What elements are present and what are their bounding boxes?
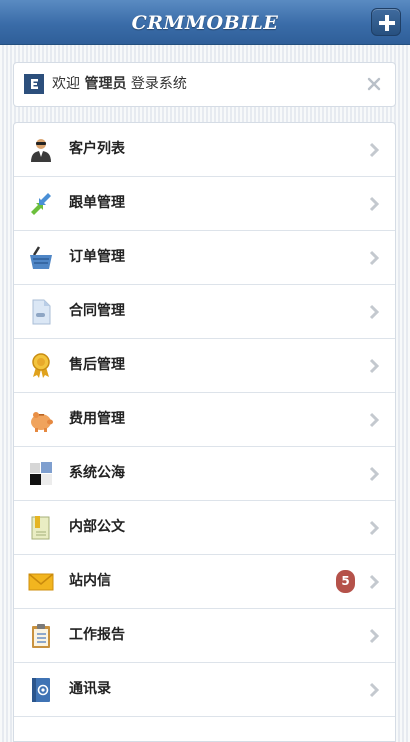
follow-up-arrows-icon [31, 193, 51, 215]
menu-item-label: 费用管理 [69, 411, 125, 427]
menu-item-address-book[interactable]: 通讯录 [14, 663, 395, 717]
top-bar: CRMMOBILE [0, 0, 410, 45]
welcome-prefix: 欢迎 [52, 76, 80, 92]
menu-item-messages[interactable]: 站内信 5 [14, 555, 395, 609]
shopping-basket-icon [30, 246, 52, 269]
menu-item-work-reports[interactable]: 工作报告 [14, 609, 395, 663]
menu-item-label: 订单管理 [69, 249, 125, 265]
chevron-right-icon [369, 520, 379, 536]
welcome-suffix: 登录系统 [130, 76, 187, 92]
welcome-user: 管理员 [84, 76, 127, 92]
menu-item-label: 跟单管理 [69, 195, 125, 211]
chevron-right-icon [369, 250, 379, 266]
close-icon[interactable] [367, 77, 381, 91]
app-logo-icon [24, 74, 44, 94]
menu-item-customers[interactable]: 客户列表 [14, 123, 395, 177]
welcome-text: 欢迎 管理员 登录系统 [52, 63, 187, 106]
menu-item-orders[interactable]: 订单管理 [14, 231, 395, 285]
address-book-icon [32, 678, 50, 702]
envelope-icon [28, 573, 54, 591]
unread-count-badge: 5 [336, 570, 355, 593]
chevron-right-icon [369, 466, 379, 482]
chevron-right-icon [369, 196, 379, 212]
award-ribbon-icon [32, 353, 50, 378]
notebook-icon [31, 516, 50, 540]
app-title: CRMMOBILE [131, 12, 279, 34]
menu-item-expenses[interactable]: 费用管理 [14, 393, 395, 447]
grid-squares-icon [30, 462, 52, 485]
menu-item-label: 站内信 [69, 573, 111, 589]
menu-item-label: 售后管理 [69, 357, 125, 373]
menu-item-label: 客户列表 [69, 141, 125, 157]
menu-item-internal-docs[interactable]: 内部公文 [14, 501, 395, 555]
menu-item-label: 系统公海 [69, 465, 125, 481]
menu-item-label: 内部公文 [69, 519, 125, 535]
chevron-right-icon [369, 412, 379, 428]
clipboard-icon [32, 624, 50, 648]
chevron-right-icon [369, 304, 379, 320]
add-button[interactable] [371, 8, 401, 36]
menu-item-label: 合同管理 [69, 303, 125, 319]
chevron-right-icon [369, 682, 379, 698]
chevron-right-icon [369, 142, 379, 158]
menu-item-label: 通讯录 [69, 681, 111, 697]
menu-item-follow-up[interactable]: 跟单管理 [14, 177, 395, 231]
welcome-banner: 欢迎 管理员 登录系统 [13, 62, 396, 107]
piggy-bank-icon [31, 412, 53, 432]
chevron-right-icon [369, 574, 379, 590]
customer-person-icon [31, 139, 51, 162]
document-icon [32, 299, 51, 325]
menu-item-public-pool[interactable]: 系统公海 [14, 447, 395, 501]
main-menu: 客户列表 跟单管理 订单管理 合同管理 售后管理 费用管理 系统公海 内部公文 … [13, 122, 396, 742]
chevron-right-icon [369, 628, 379, 644]
menu-item-label: 工作报告 [69, 627, 125, 643]
menu-item-contracts[interactable]: 合同管理 [14, 285, 395, 339]
chevron-right-icon [369, 358, 379, 374]
menu-item-after-sales[interactable]: 售后管理 [14, 339, 395, 393]
plus-icon [379, 15, 395, 31]
